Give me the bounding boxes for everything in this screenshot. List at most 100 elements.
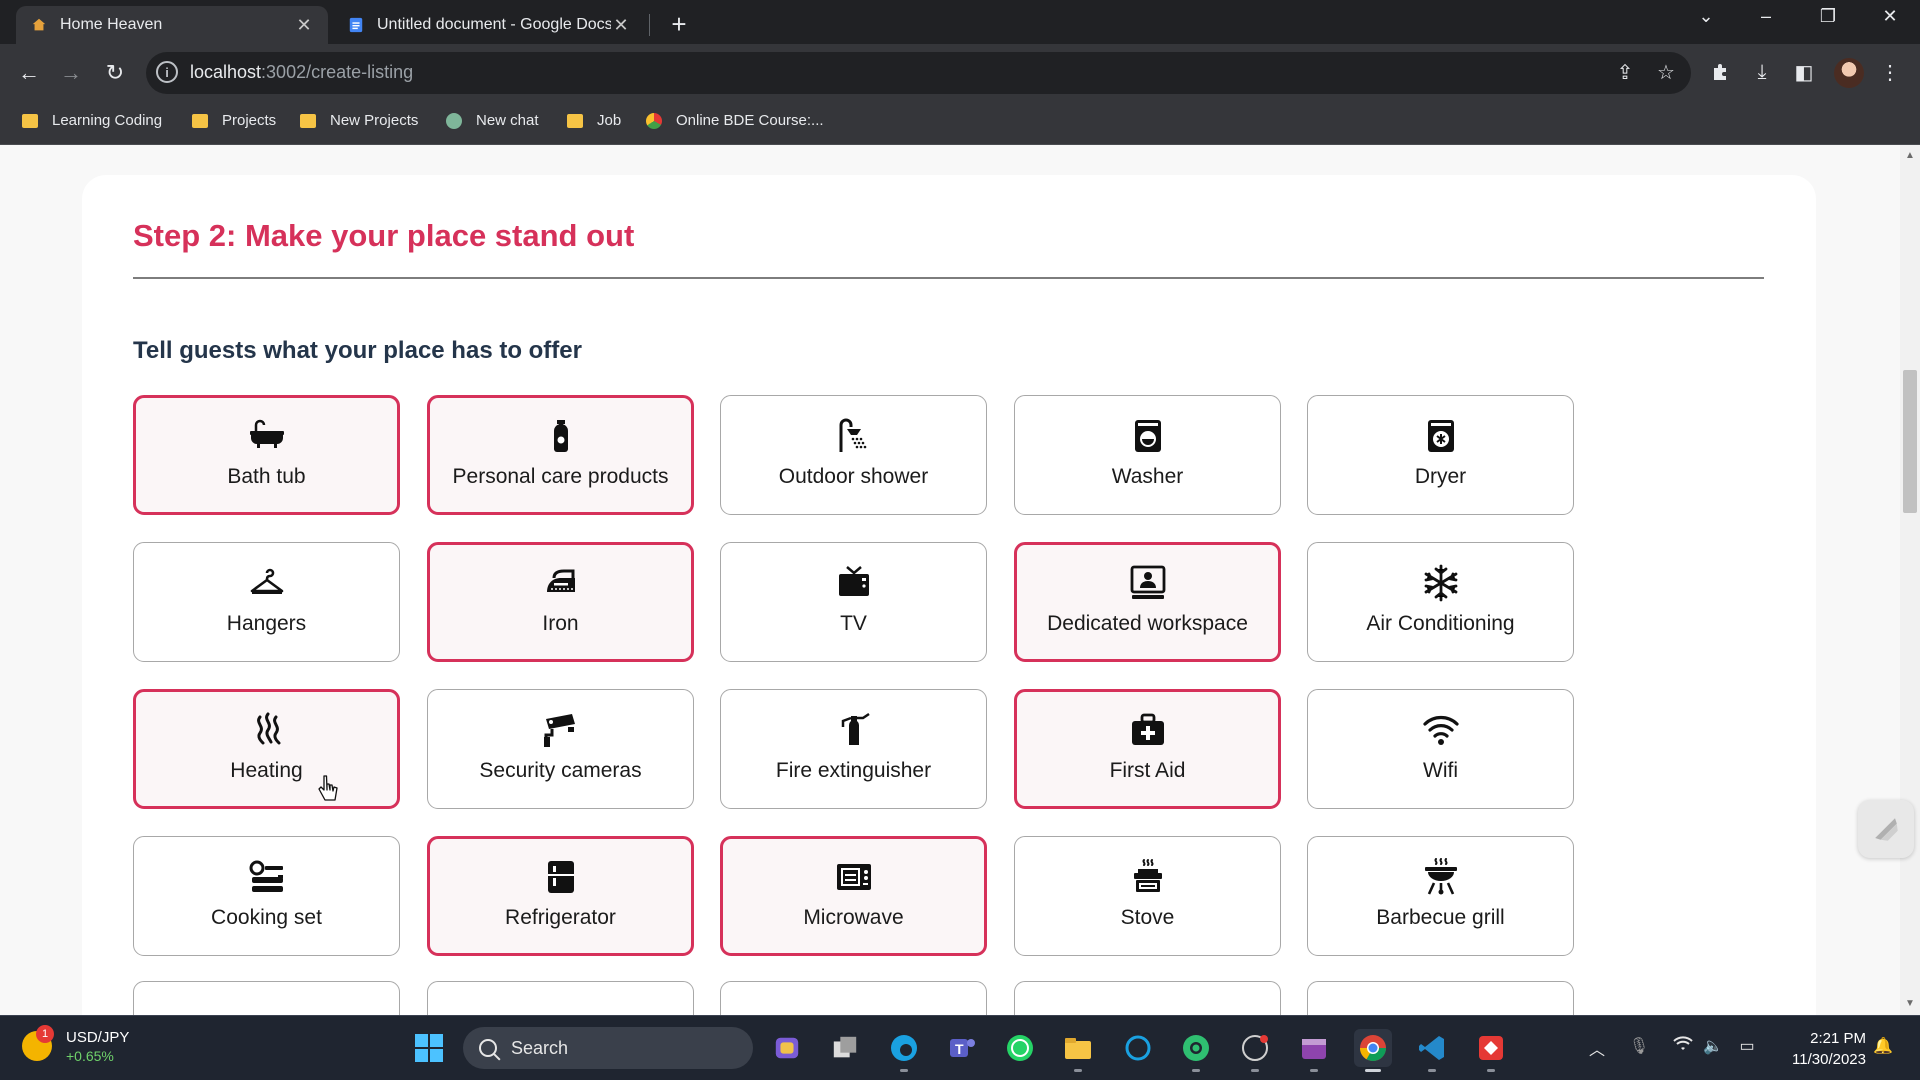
file-explorer-icon[interactable] [1059, 1029, 1097, 1072]
bookmark-new-chat[interactable]: New chat [446, 112, 539, 129]
wifi-tray-icon[interactable] [1670, 1036, 1696, 1057]
kebab-menu-icon[interactable]: ⋮ [1874, 56, 1906, 88]
chrome-alt-icon[interactable] [1177, 1029, 1215, 1072]
close-tab-icon[interactable]: ✕ [294, 15, 314, 36]
tab-home-heaven[interactable]: Home Heaven ✕ [16, 6, 328, 44]
windows-start-icon[interactable] [410, 1029, 448, 1067]
amenity-tile-heating[interactable]: Heating [133, 689, 400, 809]
amenity-tile-partial[interactable] [133, 981, 400, 1015]
cortana-icon[interactable] [1119, 1029, 1157, 1067]
amenity-tile-partial[interactable] [720, 981, 987, 1015]
amenity-tile-partial[interactable] [1307, 981, 1574, 1015]
amenity-tile-partial[interactable] [1014, 981, 1281, 1015]
edge-icon[interactable] [885, 1029, 923, 1072]
amenity-tile-dedicated-workspace[interactable]: Dedicated workspace [1014, 542, 1281, 662]
show-hidden-icons-chevron[interactable]: ︿ [1584, 1036, 1610, 1060]
site-info-icon[interactable]: i [156, 61, 178, 83]
scroll-up-arrow-icon[interactable]: ▲ [1905, 150, 1915, 161]
url-text[interactable]: localhost:3002/create-listing [190, 62, 413, 83]
amenity-tile-air-conditioning[interactable]: Air Conditioning [1307, 542, 1574, 662]
amenity-tile-wifi[interactable]: Wifi [1307, 689, 1574, 809]
notification-bell-icon[interactable]: 🔔 [1870, 1036, 1896, 1056]
amenity-tile-refrigerator[interactable]: Refrigerator [427, 836, 694, 956]
close-window-icon[interactable]: ✕ [1870, 6, 1910, 27]
amenity-tile-outdoor-shower[interactable]: Outdoor shower [720, 395, 987, 515]
teams-icon[interactable]: T [943, 1029, 981, 1067]
page-scrollbar[interactable] [1900, 145, 1920, 1015]
amenity-tile-first-aid[interactable]: First Aid [1014, 689, 1281, 809]
scroll-down-arrow-icon[interactable]: ▼ [1905, 998, 1915, 1009]
task-view-icon[interactable] [826, 1029, 864, 1067]
bookmark-online-bde-course[interactable]: Online BDE Course:... [646, 112, 824, 129]
tab-google-docs[interactable]: Untitled document - Google Docs ✕ [333, 6, 645, 44]
bookmarks-bar: Learning Coding Projects New Projects Ne… [0, 101, 1920, 145]
amenity-tile-barbecue-grill[interactable]: Barbecue grill [1307, 836, 1574, 956]
forward-arrow-icon[interactable]: → [54, 56, 88, 90]
amenity-tile-fire-extinguisher[interactable]: Fire extinguisher [720, 689, 987, 809]
amenity-tile-tv[interactable]: TV [720, 542, 987, 662]
address-bar[interactable]: i localhost:3002/create-listing ⇪ ☆ [146, 52, 1691, 94]
amenity-tile-washer[interactable]: Washer [1014, 395, 1281, 515]
tab-search-chevron-icon[interactable]: ⌄ [1686, 6, 1726, 27]
anydesk-icon[interactable] [1472, 1029, 1510, 1072]
side-panel-icon[interactable]: ◧ [1788, 56, 1820, 88]
amenity-tile-iron[interactable]: Iron [427, 542, 694, 662]
cooking-set-icon [246, 856, 288, 898]
system-clock[interactable]: 2:21 PM 11/30/2023 [1774, 1028, 1866, 1070]
bookmark-projects[interactable]: Projects [192, 112, 276, 129]
amenity-tile-security-cameras[interactable]: Security cameras [427, 689, 694, 809]
amenity-tile-stove[interactable]: Stove [1014, 836, 1281, 956]
copilot-icon[interactable] [768, 1029, 806, 1067]
amenity-label: Wifi [1423, 759, 1458, 782]
download-icon[interactable]: ⤓ [1746, 56, 1778, 88]
amenity-tile-partial[interactable] [427, 981, 694, 1015]
tab-strip: Home Heaven ✕ Untitled document - Google… [0, 0, 1920, 44]
amenity-tile-cooking-set[interactable]: Cooking set [133, 836, 400, 956]
clipchamp-icon[interactable] [1295, 1029, 1333, 1072]
battery-icon[interactable]: ▭ [1734, 1036, 1760, 1056]
chrome-icon[interactable] [1354, 1029, 1392, 1072]
bookmark-new-projects[interactable]: New Projects [300, 112, 418, 129]
new-tab-button[interactable]: + [664, 9, 694, 40]
back-arrow-icon[interactable]: ← [12, 56, 46, 90]
folder-icon [192, 113, 208, 128]
microphone-icon[interactable]: 🎙 [1626, 1036, 1652, 1056]
amenity-label: Dryer [1414, 465, 1467, 488]
share-icon[interactable]: ⇪ [1611, 60, 1639, 85]
fridge-icon [540, 856, 582, 898]
home-heaven-favicon-icon [30, 16, 48, 34]
amenity-tile-bath-tub[interactable]: Bath tub [133, 395, 400, 515]
amenity-label: Bath tub [227, 465, 306, 488]
microwave-icon [833, 856, 875, 898]
close-tab-icon[interactable]: ✕ [611, 15, 631, 36]
volume-icon[interactable]: 🔈 [1700, 1036, 1726, 1056]
stock-widget[interactable]: 1 USD/JPY +0.65% [22, 1025, 129, 1064]
minimize-icon[interactable]: – [1746, 6, 1786, 27]
folder-icon [22, 113, 38, 128]
floating-assistant-icon[interactable] [1858, 800, 1914, 858]
profile-avatar[interactable] [1834, 58, 1864, 88]
amenity-tile-dryer[interactable]: Dryer [1307, 395, 1574, 515]
dryer-icon [1420, 415, 1462, 457]
page-viewport: Step 2: Make your place stand out Tell g… [0, 145, 1920, 1015]
search-icon [479, 1039, 497, 1057]
obs-icon[interactable] [1236, 1029, 1274, 1072]
extinguisher-icon [833, 709, 875, 751]
google-docs-icon [347, 16, 365, 34]
restore-icon[interactable]: ❐ [1808, 6, 1848, 27]
scrollbar-thumb[interactable] [1903, 370, 1917, 513]
amenity-label: Washer [1111, 465, 1184, 488]
extensions-puzzle-icon[interactable] [1704, 56, 1736, 88]
amenity-tile-personal-care-products[interactable]: Personal care products [427, 395, 694, 515]
bookmark-star-icon[interactable]: ☆ [1652, 60, 1680, 85]
whatsapp-icon[interactable] [1001, 1029, 1039, 1067]
bookmark-learning-coding[interactable]: Learning Coding [22, 112, 162, 129]
amenity-tile-microwave[interactable]: Microwave [720, 836, 987, 956]
vscode-icon[interactable] [1413, 1029, 1451, 1072]
amenity-label: Air Conditioning [1366, 612, 1515, 635]
amenity-tile-hangers[interactable]: Hangers [133, 542, 400, 662]
taskbar-search[interactable]: Search [463, 1027, 753, 1069]
reload-icon[interactable]: ↻ [98, 56, 132, 90]
bookmark-job[interactable]: Job [567, 112, 621, 129]
first-aid-icon [1127, 709, 1169, 751]
